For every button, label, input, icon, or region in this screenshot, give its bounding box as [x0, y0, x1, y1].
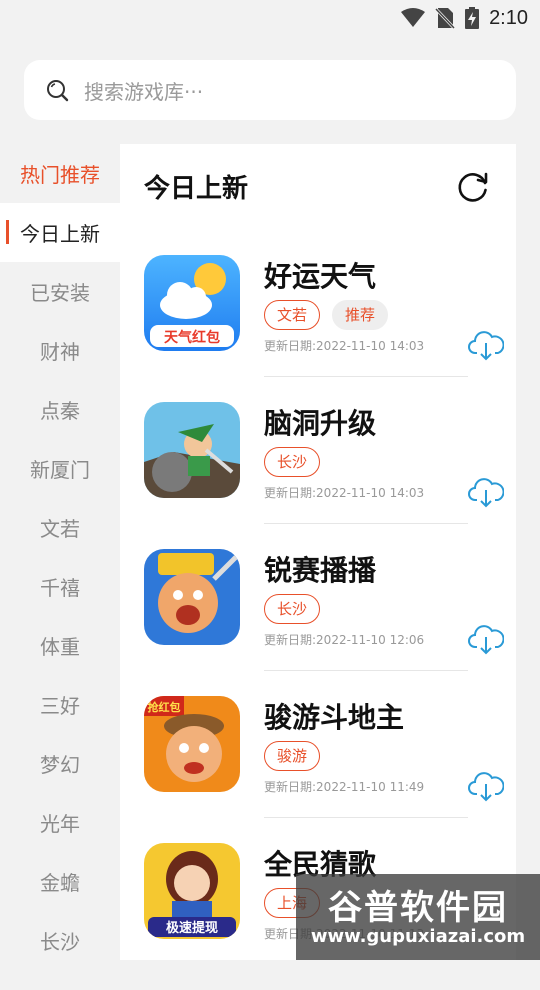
brain-game-app-icon [144, 402, 240, 498]
divider [264, 817, 468, 818]
game-tag[interactable]: 文若 [264, 300, 320, 330]
divider [264, 670, 468, 671]
sidebar-item[interactable]: 梦幻 [0, 734, 120, 793]
update-date: 更新日期:2022-11-10 14:03 [264, 337, 424, 354]
game-tags: 文若 推荐 [264, 300, 388, 330]
game-tags: 长沙 [264, 447, 320, 477]
icon-label: 天气红包 [164, 329, 220, 346]
game-list-panel: 今日上新 天气红包 好运天气 文若 推荐 更新日期:2022-11-10 14:… [120, 144, 516, 960]
game-list-item[interactable]: 锐赛播播 长沙 更新日期:2022-11-10 12:06 [144, 549, 492, 696]
watermark-url: www.gupuxiazai.com [296, 926, 540, 947]
update-date: 更新日期:2022-11-10 14:03 [264, 484, 424, 501]
refresh-icon[interactable] [456, 170, 490, 204]
sidebar-item-installed[interactable]: 已安装 [0, 262, 120, 321]
cloud-download-icon[interactable] [468, 474, 504, 508]
game-tag[interactable]: 骏游 [264, 741, 320, 771]
sidebar-item[interactable]: 金蟾 [0, 852, 120, 911]
sidebar-item[interactable]: 新厦门 [0, 439, 120, 498]
game-list-item[interactable]: 脑洞升级 长沙 更新日期:2022-11-10 14:03 [144, 402, 492, 549]
search-icon [44, 77, 70, 103]
game-tags: 长沙 [264, 594, 320, 624]
watermark-title: 谷普软件园 [296, 880, 540, 929]
status-icons: 2:10 [401, 6, 528, 30]
weather-app-icon: 天气红包 [144, 255, 240, 351]
no-sim-icon [435, 7, 455, 29]
category-sidebar: 热门推荐 今日上新 已安装 财神 点秦 新厦门 文若 千禧 体重 三好 梦幻 光… [0, 144, 120, 960]
game-app-icon [144, 549, 240, 645]
landlord-app-icon: 抢红包 [144, 696, 240, 792]
update-date: 更新日期:2022-11-10 12:06 [264, 631, 424, 648]
game-list-item[interactable]: 抢红包 骏游斗地主 骏游 更新日期:2022-11-10 11:49 [144, 696, 492, 843]
wifi-icon [401, 8, 425, 28]
sidebar-item[interactable]: 光年 [0, 793, 120, 852]
game-name: 锐赛播播 [264, 549, 376, 589]
cloud-download-icon[interactable] [468, 621, 504, 655]
cloud-download-icon[interactable] [468, 327, 504, 361]
game-name: 骏游斗地主 [264, 696, 404, 736]
game-name: 脑洞升级 [264, 402, 376, 442]
sidebar-item-today-new[interactable]: 今日上新 [0, 203, 120, 262]
game-tag[interactable]: 推荐 [332, 300, 388, 330]
sidebar-item[interactable]: 三好 [0, 675, 120, 734]
sidebar-item[interactable]: 财神 [0, 321, 120, 380]
update-date: 更新日期:2022-11-10 11:49 [264, 778, 424, 795]
icon-label: 极速提现 [166, 920, 218, 936]
song-guess-app-icon: 极速提现 [144, 843, 240, 939]
watermark: 谷普软件园 www.gupuxiazai.com [296, 874, 540, 960]
status-bar: 2:10 [0, 0, 540, 36]
divider [264, 523, 468, 524]
sidebar-item[interactable]: 体重 [0, 616, 120, 675]
icon-label: 抢红包 [148, 700, 181, 714]
game-tag[interactable]: 长沙 [264, 447, 320, 477]
search-placeholder: 搜索游戏库··· [84, 76, 203, 105]
search-input[interactable]: 搜索游戏库··· [24, 60, 516, 120]
divider [264, 376, 468, 377]
game-name: 好运天气 [264, 255, 376, 295]
clock-time: 2:10 [489, 7, 528, 30]
game-list-item[interactable]: 天气红包 好运天气 文若 推荐 更新日期:2022-11-10 14:03 [144, 255, 492, 402]
game-tags: 骏游 [264, 741, 320, 771]
section-title: 今日上新 [144, 168, 248, 205]
game-tag[interactable]: 长沙 [264, 594, 320, 624]
battery-charging-icon [465, 7, 479, 29]
sidebar-item[interactable]: 长沙 [0, 911, 120, 970]
sidebar-item[interactable]: 文若 [0, 498, 120, 557]
sidebar-item[interactable]: 点秦 [0, 380, 120, 439]
sidebar-item[interactable]: 千禧 [0, 557, 120, 616]
sidebar-item-hot[interactable]: 热门推荐 [0, 144, 120, 203]
cloud-download-icon[interactable] [468, 768, 504, 802]
